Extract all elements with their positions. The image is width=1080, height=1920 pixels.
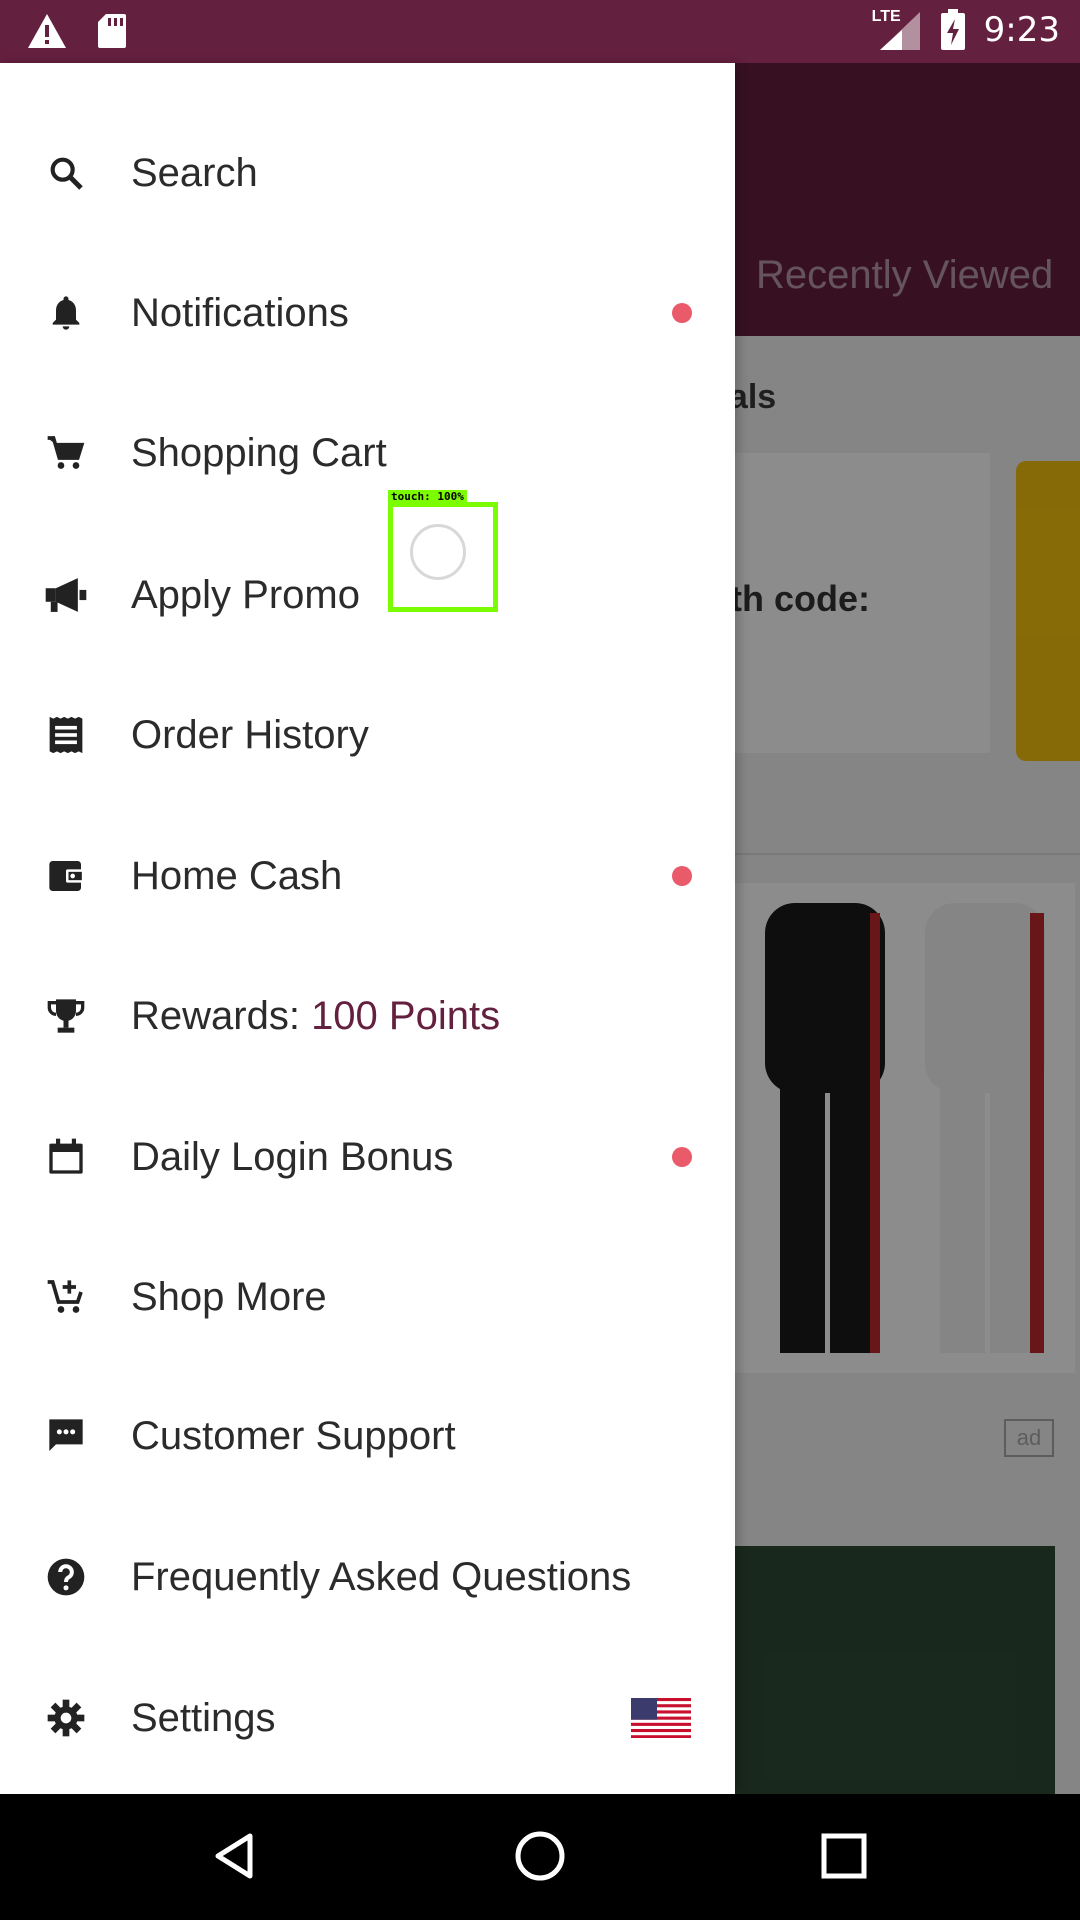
menu-item-search[interactable]: Search	[0, 118, 735, 228]
menu-item-order-history[interactable]: Order History	[0, 680, 735, 790]
recents-icon[interactable]	[812, 1824, 876, 1888]
receipt-icon	[44, 713, 88, 757]
menu-item-notifications[interactable]: Notifications	[0, 258, 735, 368]
notification-badge	[672, 1147, 692, 1167]
status-bar: LTE 9:23	[0, 0, 1080, 63]
menu-item-apply-promo[interactable]: Apply Promo	[0, 540, 735, 650]
us-flag-icon[interactable]	[631, 1698, 691, 1738]
menu-label: Customer Support	[131, 1413, 456, 1458]
menu-label: Shop More	[131, 1274, 327, 1319]
menu-item-customer-support[interactable]: Customer Support	[0, 1381, 735, 1491]
menu-item-settings[interactable]: Settings	[0, 1663, 735, 1773]
signal-icon: LTE	[872, 8, 922, 52]
chat-icon	[44, 1414, 88, 1458]
menu-label: Settings	[131, 1695, 276, 1740]
menu-label: Apply Promo	[131, 572, 360, 617]
system-nav-bar	[0, 1794, 1080, 1920]
megaphone-icon	[44, 573, 88, 617]
battery-charging-icon	[940, 9, 965, 50]
menu-item-rewards[interactable]: Rewards: 100 Points	[0, 961, 735, 1071]
menu-item-shopping-cart[interactable]: Shopping Cart	[0, 398, 735, 508]
menu-label: Daily Login Bonus	[131, 1134, 454, 1179]
navigation-drawer: Search Notifications Shopping Cart Apply…	[0, 63, 735, 1794]
menu-label: Shopping Cart	[131, 430, 387, 475]
back-icon[interactable]	[203, 1824, 267, 1888]
touch-indicator-circle	[410, 524, 466, 580]
notification-badge	[672, 866, 692, 886]
menu-label: Notifications	[131, 290, 349, 335]
wallet-icon	[44, 854, 88, 898]
menu-item-shop-more[interactable]: Shop More	[0, 1242, 735, 1352]
menu-label: Rewards: 100 Points	[131, 994, 500, 1039]
cart-icon	[44, 431, 88, 475]
notification-badge	[672, 303, 692, 323]
menu-item-faq[interactable]: Frequently Asked Questions	[0, 1522, 735, 1632]
calendar-icon	[44, 1135, 88, 1179]
menu-label: Home Cash	[131, 853, 343, 898]
gear-icon	[44, 1696, 88, 1740]
clock: 9:23	[983, 10, 1060, 50]
help-icon	[44, 1555, 88, 1599]
rewards-points: 100 Points	[311, 993, 501, 1038]
menu-label: Search	[131, 150, 258, 195]
search-icon	[44, 151, 88, 195]
rewards-label: Rewards:	[131, 993, 312, 1038]
menu-item-home-cash[interactable]: Home Cash	[0, 821, 735, 931]
menu-label: Order History	[131, 712, 369, 757]
add-cart-icon	[44, 1275, 88, 1319]
sd-card-icon	[98, 14, 126, 48]
menu-item-daily-login-bonus[interactable]: Daily Login Bonus	[0, 1102, 735, 1212]
trophy-icon	[44, 994, 88, 1038]
bell-icon	[44, 291, 88, 335]
menu-label: Frequently Asked Questions	[131, 1554, 632, 1599]
home-icon[interactable]	[508, 1824, 572, 1888]
warning-icon	[28, 14, 66, 48]
